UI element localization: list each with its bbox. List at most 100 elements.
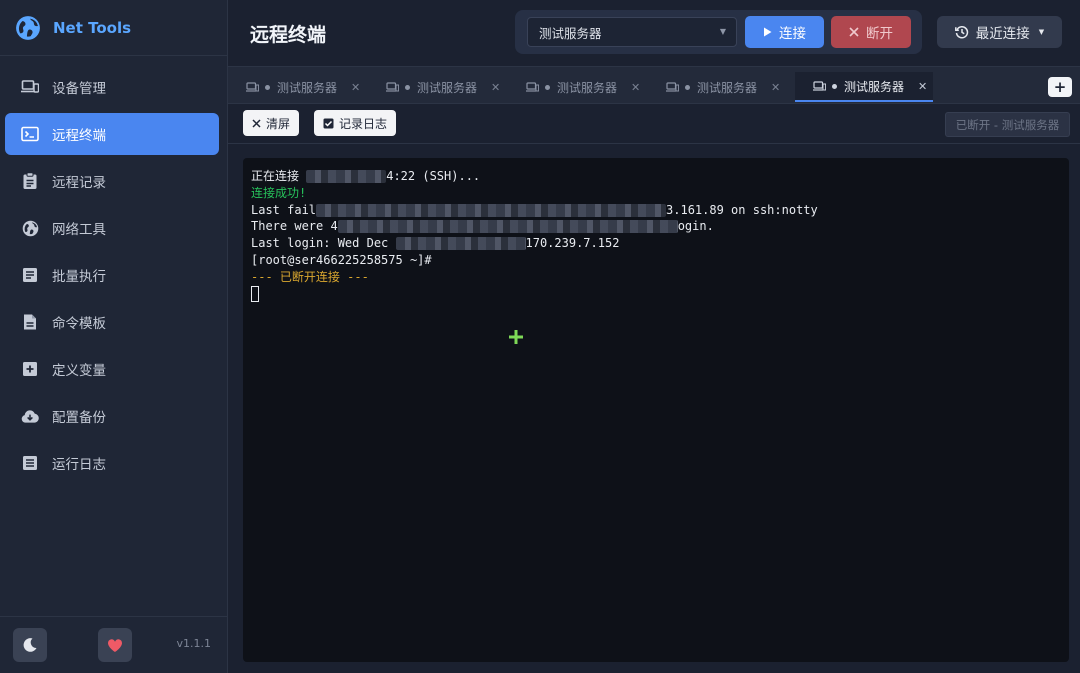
brand: Net Tools [0, 0, 227, 56]
close-icon [252, 118, 261, 128]
tab-label: 测试服务器 [697, 80, 758, 95]
terminal-output[interactable]: 正在连接 4:22 (SSH)... 连接成功! Last fail 3.161.… [243, 158, 1069, 662]
terminal-line: There were 4 ogin. [251, 218, 1069, 235]
terminal-toolbar: 清屏 记录日志 已断开 - 测试服务器 [228, 104, 1080, 144]
theme-toggle-button[interactable] [13, 628, 47, 662]
close-icon [849, 27, 859, 37]
tab-label: 测试服务器 [277, 80, 338, 95]
cloud-download-icon [21, 407, 39, 425]
tab-label: 测试服务器 [557, 80, 618, 95]
session-tabs: 测试服务器 ✕ 测试服务器 ✕ 测试服务器 ✕ 测试服务器 ✕ 测试服务器 ✕ … [228, 66, 1080, 104]
globe-icon [21, 219, 39, 237]
tab-session-3[interactable]: 测试服务器 ✕ [508, 72, 646, 102]
list-icon [21, 266, 39, 284]
disconnect-button[interactable]: 断开 [831, 16, 911, 48]
redacted-text [306, 170, 387, 183]
tab-label: 测试服务器 [417, 80, 478, 95]
globe-logo-icon [16, 15, 40, 40]
terminal-text: Last fail [251, 202, 317, 217]
tab-session-5-active[interactable]: 测试服务器 ✕ [795, 72, 933, 102]
record-log-button[interactable]: 记录日志 [314, 110, 397, 136]
tab-close-icon[interactable]: ✕ [491, 81, 500, 94]
record-log-label: 记录日志 [339, 116, 388, 131]
clipboard-icon [21, 172, 39, 190]
terminal-line: 连接成功! [251, 185, 307, 200]
redacted-text [395, 237, 526, 251]
recent-connections-label: 最近连接 [975, 26, 1030, 42]
terminal-text: 4:22 (SSH)... [386, 169, 481, 183]
status-dot [685, 84, 690, 90]
monitor-icon [813, 80, 826, 91]
terminal-text: 3.161.89 on ssh:notty [666, 202, 818, 217]
sidebar-item-label: 批量执行 [52, 269, 106, 285]
sidebar-nav: 设备管理 远程终端 远程记录 网络工具 批量执行 命令模板 定义变量 配置备份 … [0, 56, 227, 484]
terminal-line: --- 已断开连接 --- [251, 269, 369, 284]
clear-screen-button[interactable]: 清屏 [243, 110, 300, 136]
tab-session-2[interactable]: 测试服务器 ✕ [368, 72, 506, 102]
clear-screen-label: 清屏 [266, 116, 291, 131]
terminal-text: Last login: Wed Dec [251, 236, 396, 251]
document-icon [21, 313, 39, 331]
sidebar-footer: v1.1.1 [0, 616, 228, 673]
page-title: 远程终端 [250, 24, 327, 46]
sidebar-item-label: 网络工具 [52, 222, 106, 238]
sidebar-item-label: 配置备份 [52, 410, 106, 426]
monitor-icon [246, 81, 259, 92]
chevron-down-icon: ▼ [719, 27, 726, 36]
monitor-icon [386, 81, 399, 92]
tab-close-icon[interactable]: ✕ [351, 81, 360, 94]
sidebar-item-remote-terminal[interactable]: 远程终端 [5, 113, 219, 155]
sidebar-item-label: 定义变量 [52, 363, 106, 379]
sidebar-item-remote-records[interactable]: 远程记录 [5, 160, 219, 202]
app-version: v1.1.1 [176, 637, 212, 650]
heart-icon [107, 638, 123, 652]
monitor-icon [666, 81, 679, 92]
status-dot [545, 84, 550, 90]
sidebar-item-define-variables[interactable]: 定义变量 [5, 348, 219, 390]
play-icon [763, 27, 772, 37]
history-icon [954, 25, 969, 39]
sidebar-item-device-management[interactable]: 设备管理 [5, 66, 219, 108]
crosshair-cursor-icon [509, 330, 523, 344]
tab-label: 测试服务器 [844, 79, 905, 94]
terminal-line: Last login: Wed Dec 170.239.7.152 [251, 235, 1069, 252]
sidebar-item-label: 运行日志 [52, 457, 106, 473]
header: 远程终端 测试服务器 ▼ 连接 断开 最近连接 ▼ [228, 0, 1080, 66]
tab-close-icon[interactable]: ✕ [771, 81, 780, 94]
add-tab-button[interactable]: + [1048, 77, 1072, 97]
sidebar-item-label: 命令模板 [52, 316, 106, 332]
sidebar-item-label: 远程记录 [52, 175, 106, 191]
sidebar-item-label: 设备管理 [52, 81, 106, 97]
tab-session-1[interactable]: 测试服务器 ✕ [228, 72, 366, 102]
log-icon [21, 454, 39, 472]
status-dot [832, 83, 837, 89]
plus-icon: + [1053, 78, 1067, 96]
sidebar-item-network-tools[interactable]: 网络工具 [5, 207, 219, 249]
sidebar-item-run-logs[interactable]: 运行日志 [5, 442, 219, 484]
tab-close-icon[interactable]: ✕ [631, 81, 640, 94]
terminal-text: There were 4 [251, 219, 338, 234]
checkbox-icon [323, 118, 334, 129]
devices-icon [21, 78, 39, 96]
sidebar: Net Tools 设备管理 远程终端 远程记录 网络工具 批量执行 命令模板 … [0, 0, 228, 673]
terminal-icon [21, 125, 39, 143]
terminal-text: 正在连接 [251, 169, 307, 183]
monitor-icon [526, 81, 539, 92]
server-select[interactable]: 测试服务器 ▼ [527, 17, 737, 47]
connect-button-label: 连接 [779, 26, 806, 42]
sidebar-item-label: 远程终端 [52, 128, 106, 144]
moon-icon [23, 638, 37, 652]
sidebar-item-config-backup[interactable]: 配置备份 [5, 395, 219, 437]
terminal-cursor [251, 286, 259, 303]
tab-session-4[interactable]: 测试服务器 ✕ [648, 72, 786, 102]
terminal-line: Last fail 3.161.89 on ssh:notty [251, 202, 1069, 219]
sidebar-item-batch-execute[interactable]: 批量执行 [5, 254, 219, 296]
terminal-text: 170.239.7.152 [525, 236, 620, 251]
redacted-text [337, 220, 678, 234]
app-name: Net Tools [53, 18, 132, 37]
sidebar-item-command-templates[interactable]: 命令模板 [5, 301, 219, 343]
recent-connections-button[interactable]: 最近连接 ▼ [937, 16, 1062, 48]
tab-close-icon[interactable]: ✕ [918, 80, 927, 93]
connect-button[interactable]: 连接 [745, 16, 824, 48]
sponsor-button[interactable] [98, 628, 132, 662]
